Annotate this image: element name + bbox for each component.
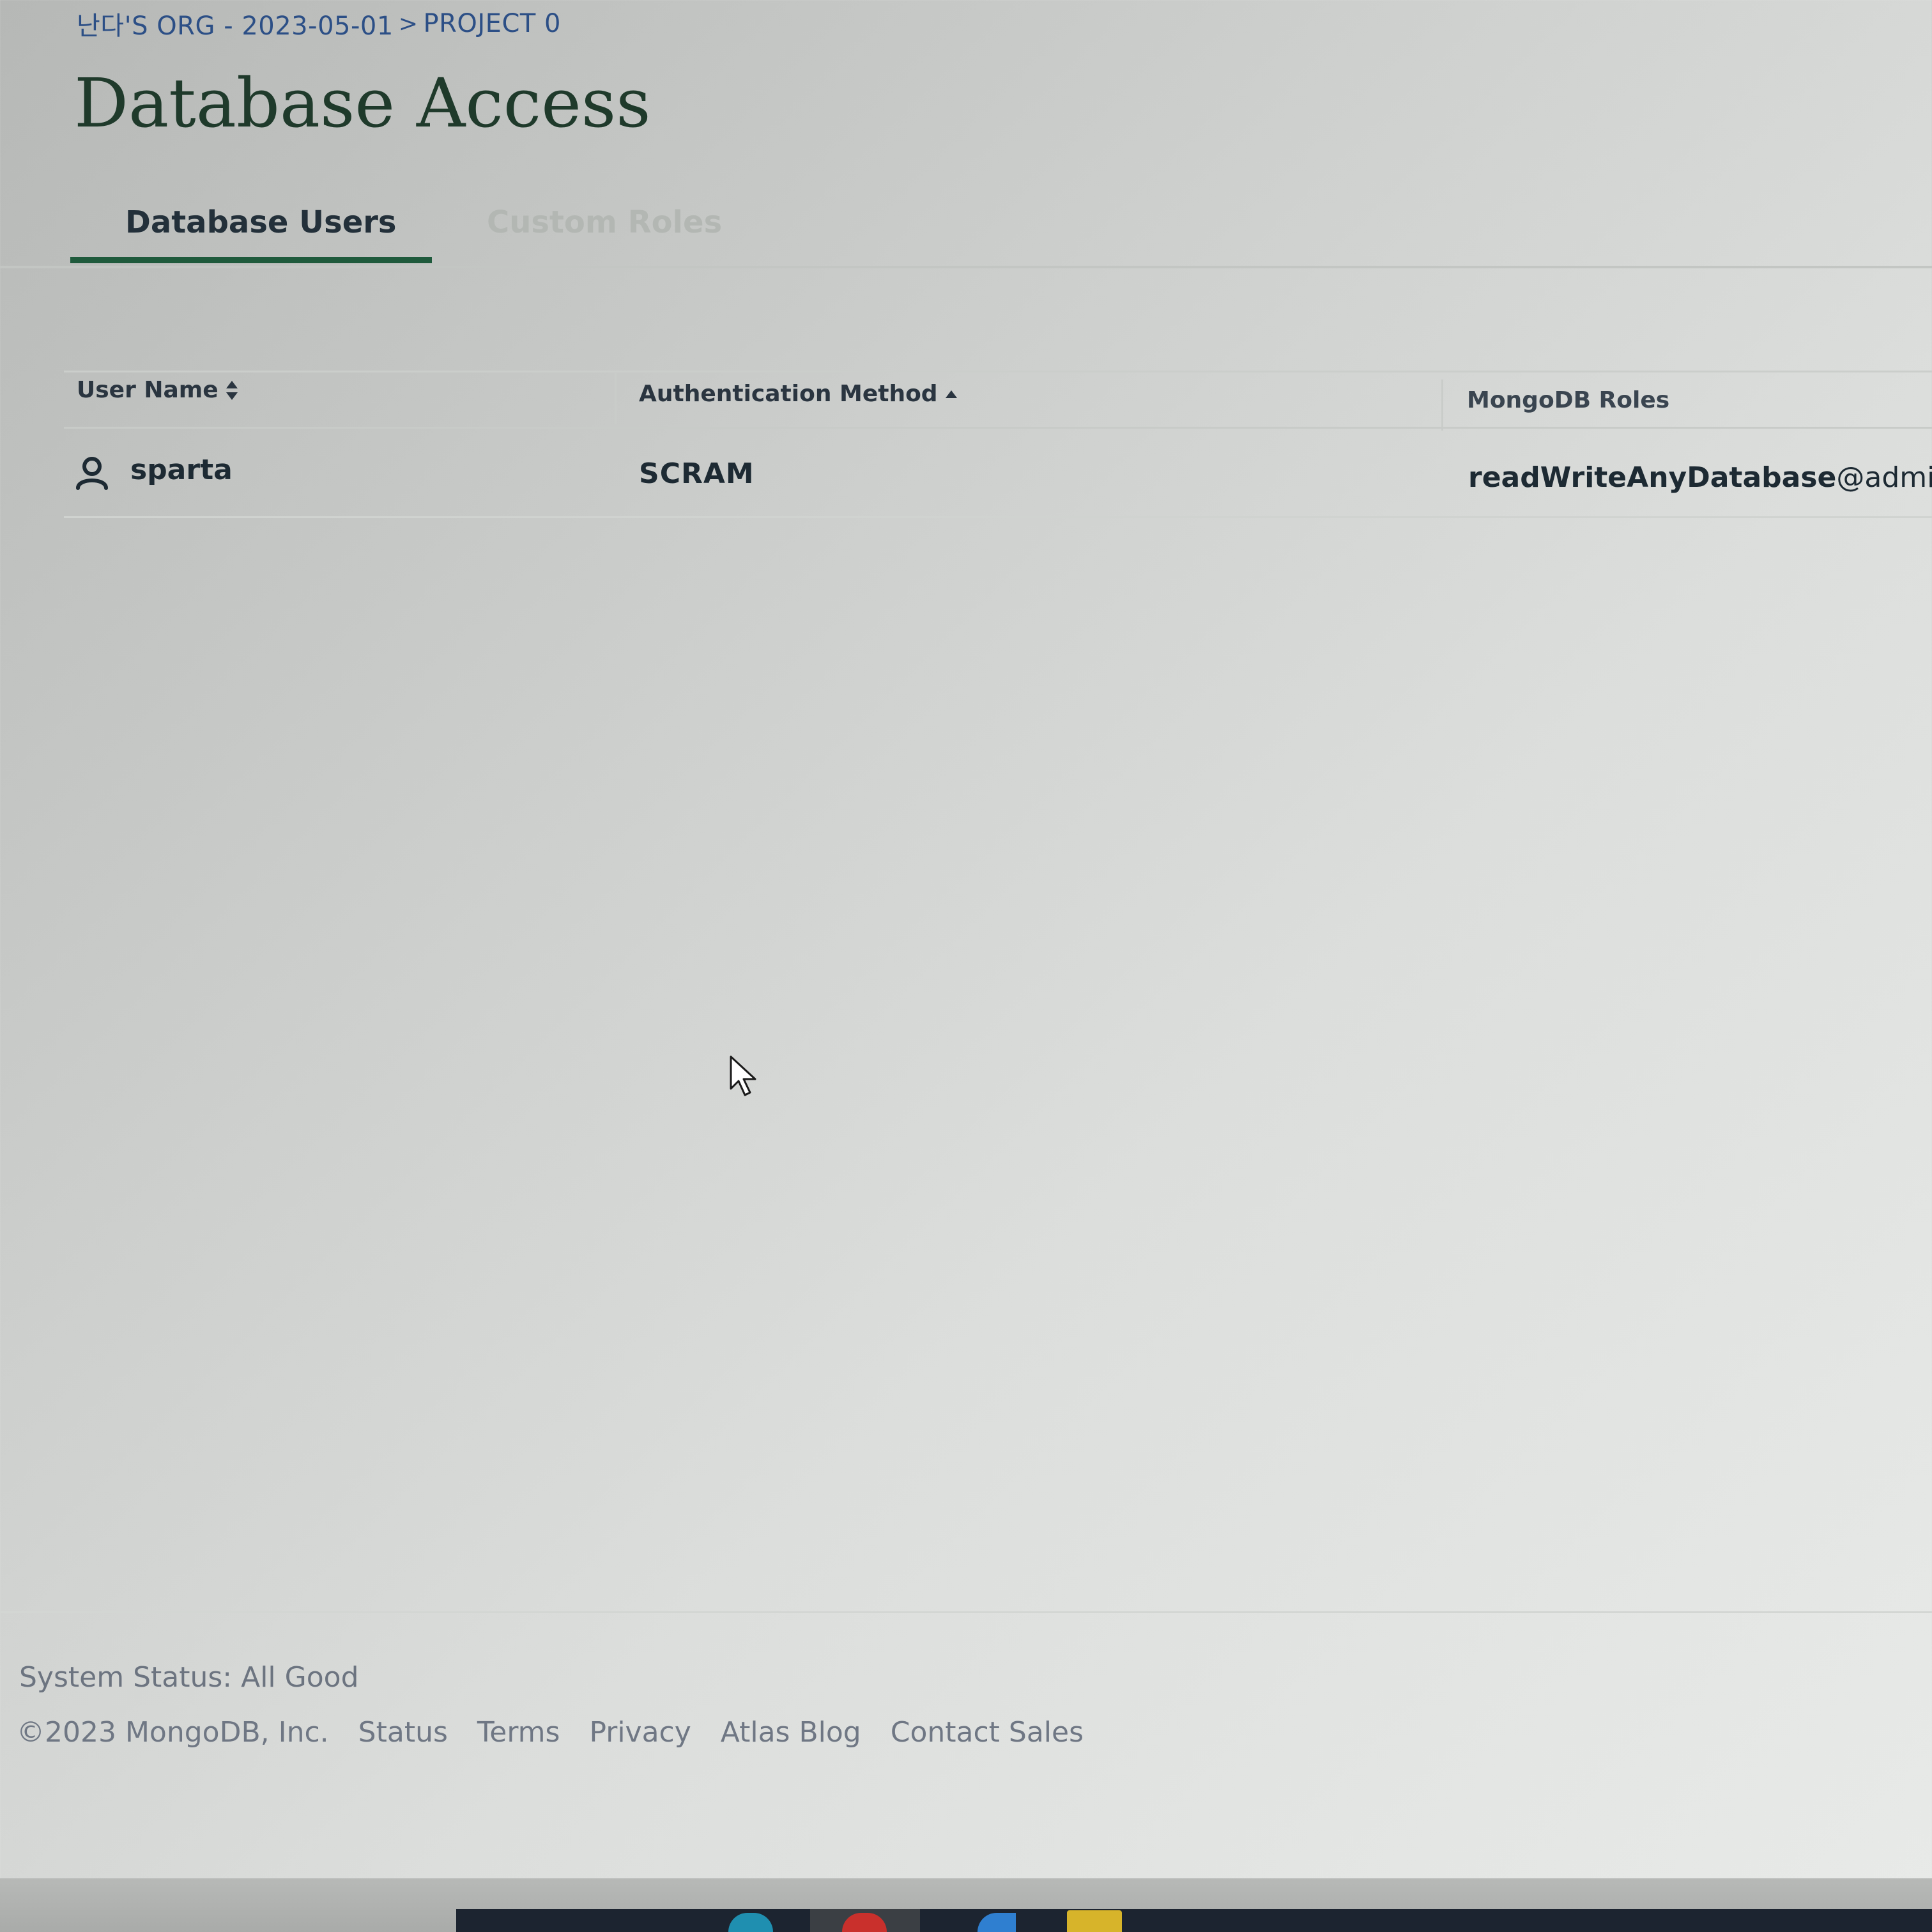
page-title: Database Access [74,64,651,142]
column-header-label: MongoDB Roles [1467,387,1670,413]
sort-both-icon [226,380,238,400]
table-top-border [64,371,1932,372]
taskbar-folder-icon[interactable] [1067,1910,1122,1932]
table-row-border [64,516,1932,518]
table-cell-user-name[interactable]: sparta [130,454,233,486]
footer-link-privacy[interactable]: Privacy [589,1716,691,1749]
table-header-border [64,427,1932,429]
column-header-mongodb-roles: MongoDB Roles [1467,387,1669,413]
column-divider [615,373,617,424]
footer-link-status[interactable]: Status [358,1716,448,1749]
column-header-auth-method[interactable]: Authentication Method [639,381,958,407]
copyright-text: ©2023 MongoDB, Inc. [17,1716,329,1749]
tabs-divider [0,266,1932,268]
column-header-user-name[interactable]: User Name [77,377,239,403]
table-cell-auth-method: SCRAM [639,457,755,490]
breadcrumb-org-link[interactable]: 난다'S ORG - 2023-05-01 [77,5,394,42]
column-header-label: Authentication Method [639,381,938,407]
active-tab-indicator [70,257,432,263]
footer-link-contact-sales[interactable]: Contact Sales [891,1716,1084,1749]
taskbar-dark-area [456,1909,1932,1932]
breadcrumb-project-link[interactable]: PROJECT 0 [423,9,561,38]
role-database: @admin [1836,461,1932,494]
system-status-value[interactable]: All Good [241,1661,358,1694]
tab-database-users[interactable]: Database Users [125,204,397,240]
column-header-label: User Name [77,377,218,403]
breadcrumb-separator: > [398,10,418,37]
tab-custom-roles[interactable]: Custom Roles [487,204,722,240]
sort-asc-icon [945,390,957,398]
footer-divider [0,1611,1932,1613]
column-divider [1441,379,1443,431]
breadcrumb: 난다'S ORG - 2023-05-01 > PROJECT 0 [77,5,561,42]
system-status-label: System Status: [19,1661,233,1694]
footer-link-atlas-blog[interactable]: Atlas Blog [721,1716,861,1749]
system-status: System Status: All Good [19,1661,359,1694]
role-name: readWriteAnyDatabase [1468,461,1837,494]
mouse-cursor-icon [730,1055,756,1096]
user-icon [76,457,108,490]
table-cell-roles: readWriteAnyDatabase@admin [1468,461,1932,494]
footer-link-terms[interactable]: Terms [477,1716,560,1749]
footer-links: ©2023 MongoDB, Inc. Status Terms Privacy… [17,1716,1084,1749]
